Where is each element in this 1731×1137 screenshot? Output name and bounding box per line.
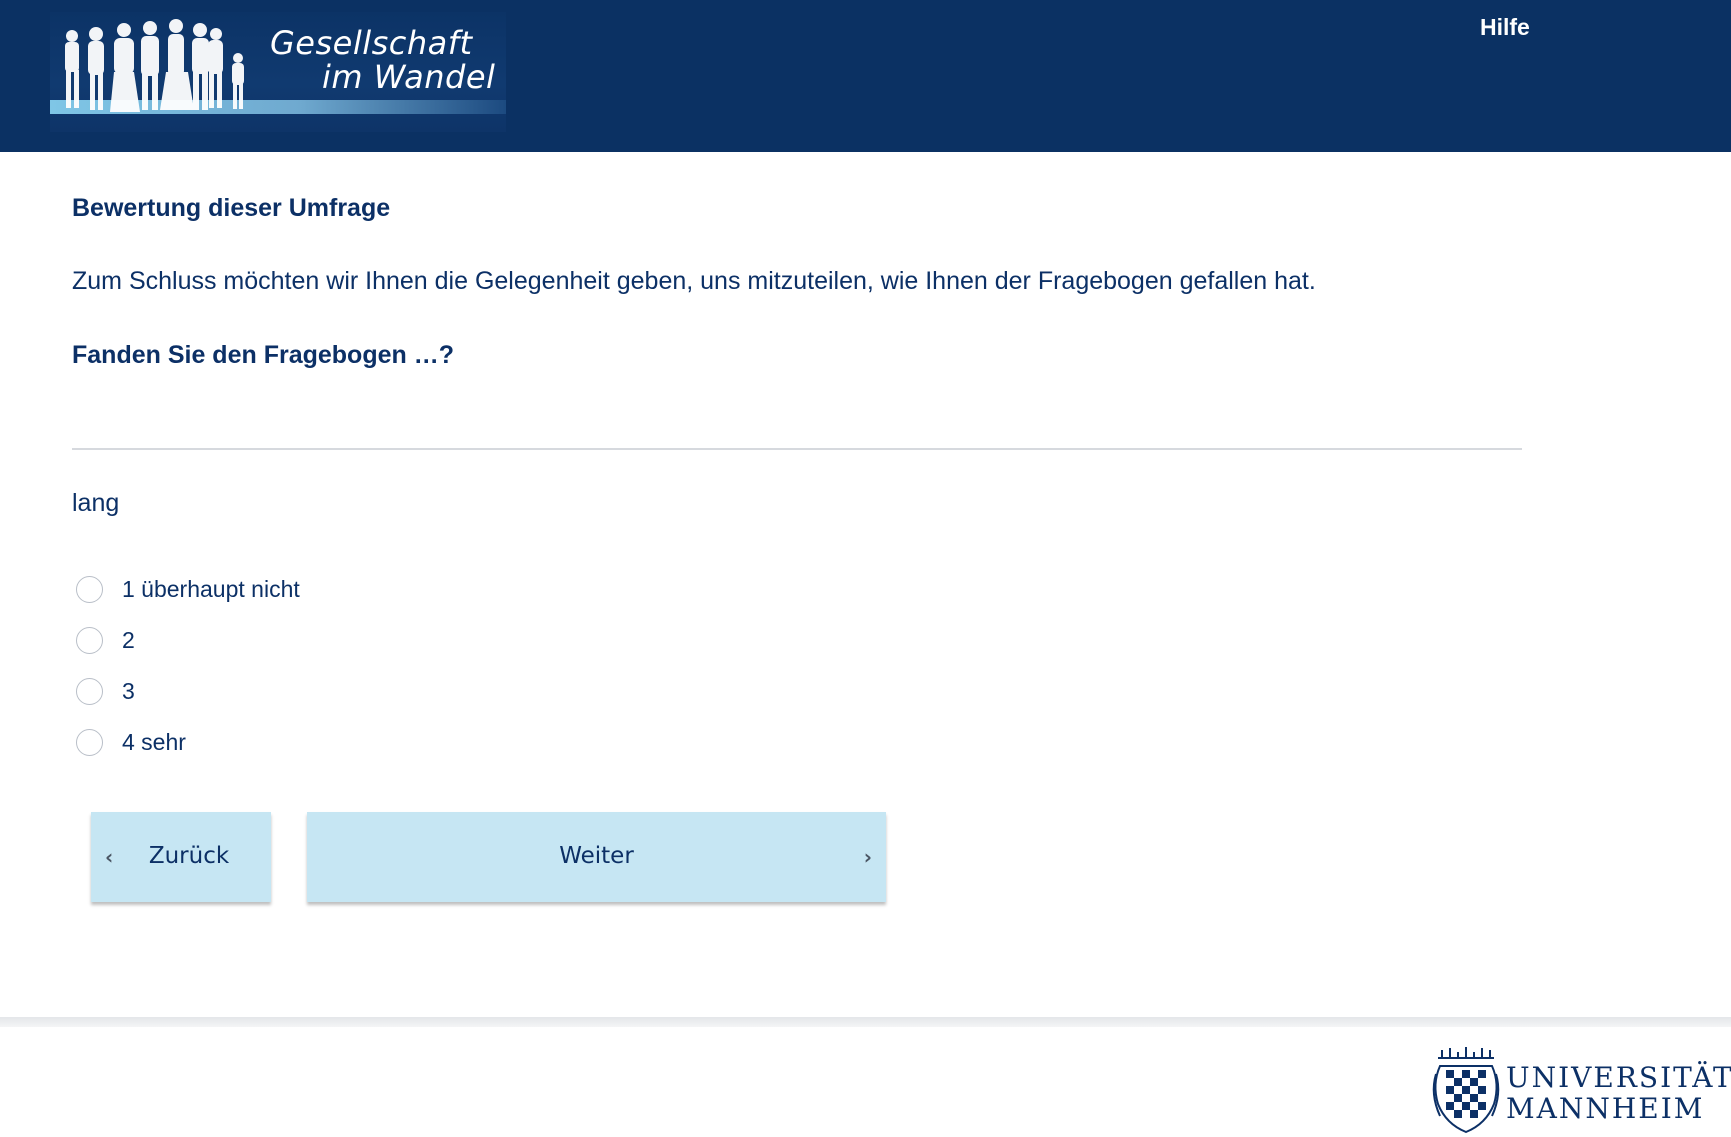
option-label: 3 bbox=[122, 677, 135, 704]
next-button[interactable]: Weiter › bbox=[307, 812, 886, 902]
footer-divider bbox=[0, 1017, 1731, 1027]
logo-title-line1: Gesellschaft bbox=[270, 24, 473, 62]
logo-title-line2: im Wandel bbox=[322, 58, 496, 96]
university-name: UNIVERSITÄT MANNHEIM bbox=[1506, 1062, 1731, 1124]
back-button-label: Zurück bbox=[148, 843, 230, 869]
intro-text: Zum Schluss möchten wir Ihnen die Gelege… bbox=[72, 267, 1316, 295]
university-name-line2: MANNHEIM bbox=[1506, 1092, 1705, 1125]
page-header: Gesellschaft im Wandel Hilfe bbox=[0, 0, 1731, 152]
back-button[interactable]: ‹ Zurück bbox=[91, 812, 271, 902]
section-title: Bewertung dieser Umfrage bbox=[72, 194, 391, 222]
chevron-right-icon: › bbox=[863, 845, 872, 869]
option-2[interactable]: 2 bbox=[76, 623, 135, 657]
logo-title: Gesellschaft im Wandel bbox=[270, 26, 506, 94]
option-label: 1 überhaupt nicht bbox=[122, 575, 300, 602]
next-button-label: Weiter bbox=[559, 843, 634, 869]
option-label: 2 bbox=[122, 626, 135, 653]
radio-button[interactable] bbox=[76, 677, 103, 705]
university-crest-icon bbox=[1432, 1047, 1500, 1134]
option-3[interactable]: 3 bbox=[76, 674, 135, 708]
question-text: Fanden Sie den Fragebogen …? bbox=[72, 341, 454, 369]
university-logo: UNIVERSITÄT MANNHEIM bbox=[1428, 1044, 1731, 1137]
item-label: lang bbox=[72, 489, 120, 517]
option-1[interactable]: 1 überhaupt nicht bbox=[76, 572, 300, 606]
radio-button[interactable] bbox=[76, 728, 103, 756]
survey-logo: Gesellschaft im Wandel bbox=[50, 12, 506, 132]
help-link[interactable]: Hilfe bbox=[1480, 14, 1530, 41]
divider bbox=[72, 448, 1522, 450]
option-label: 4 sehr bbox=[122, 728, 186, 755]
radio-button[interactable] bbox=[76, 575, 103, 603]
option-4[interactable]: 4 sehr bbox=[76, 725, 186, 759]
university-name-line1: UNIVERSITÄT bbox=[1506, 1061, 1731, 1094]
radio-button[interactable] bbox=[76, 626, 103, 654]
